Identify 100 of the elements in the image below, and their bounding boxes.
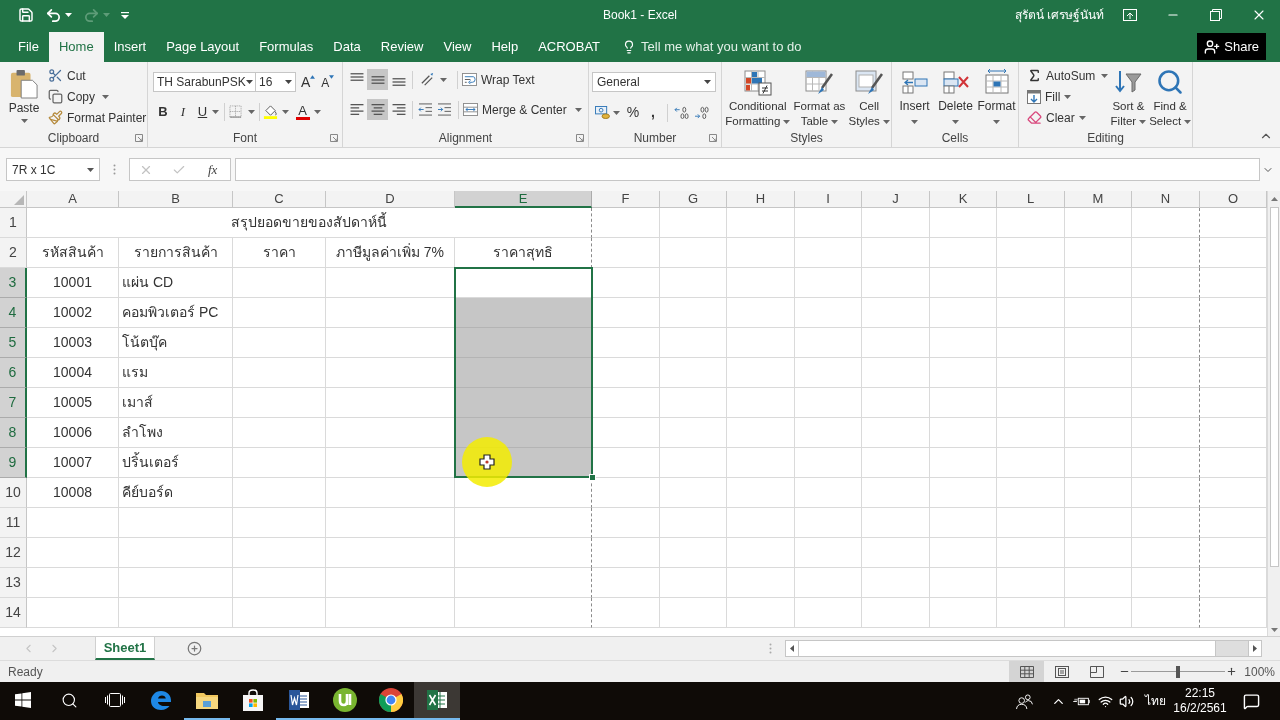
percent-button[interactable]: % [623,102,643,123]
column-header[interactable]: F [592,191,660,208]
scrollbar-thumb[interactable] [1269,207,1279,567]
row-header[interactable]: 11 [0,508,27,538]
row-header[interactable]: 1 [0,208,27,238]
autosum-button[interactable]: AutoSum [1027,65,1109,86]
font-name-dropdown[interactable]: TH SarabunPSK [153,72,256,92]
cut-button[interactable]: Cut [48,65,147,86]
insert-function-button[interactable]: fx [201,159,224,180]
column-header[interactable]: L [997,191,1065,208]
column-header[interactable]: E [455,191,592,208]
selected-cell[interactable] [455,388,592,418]
selected-cell[interactable] [455,298,592,328]
ribbon-tab[interactable]: Home [48,32,104,62]
name-box[interactable]: 7R x 1C [6,158,100,181]
horizontal-scrollbar[interactable] [785,640,1262,657]
shrink-font-button[interactable]: A [321,72,335,92]
row-header[interactable]: 3 [0,268,27,298]
column-header[interactable]: K [930,191,997,208]
column-header[interactable]: M [1065,191,1132,208]
column-header[interactable]: O [1200,191,1267,208]
ribbon-tab[interactable]: View [433,32,482,62]
column-header[interactable]: C [233,191,326,208]
alignment-button[interactable] [367,99,388,120]
row-header[interactable]: 7 [0,388,27,418]
ribbon-tab[interactable]: Page Layout [156,32,250,62]
ribbon-tab[interactable]: ACROBAT [528,32,611,62]
ribbon-tab[interactable]: Help [481,32,529,62]
merge-center-button[interactable]: Merge & Center [463,99,582,120]
right-arrow-icon[interactable] [1253,645,1257,652]
row-header[interactable]: 10 [0,478,27,508]
italic-button[interactable]: I [173,101,193,122]
paste-button[interactable]: Paste [6,62,42,128]
normal-view-button[interactable] [1009,661,1045,682]
column-header[interactable]: G [660,191,727,208]
sheet-tab[interactable]: Sheet1 [95,637,155,660]
dialog-launcher-icon[interactable] [330,134,338,142]
cell-styles-button[interactable]: Cell Styles [847,62,891,129]
vertical-scrollbar[interactable] [1267,191,1280,636]
insert-button[interactable]: Insert [894,62,935,124]
selected-cell[interactable] [455,328,592,358]
grow-font-button[interactable]: A [301,72,316,92]
zoom-slider[interactable] [1131,664,1226,679]
ribbon-tab[interactable]: Formulas [249,32,324,62]
taskbar-button[interactable] [414,682,460,720]
wrap-text-button[interactable]: Wrap Text [462,69,535,90]
column-header[interactable]: N [1132,191,1200,208]
vertical-dots-icon[interactable] [113,164,116,175]
copy-button[interactable]: Copy [48,86,147,107]
fill-handle[interactable] [589,474,596,481]
row-header[interactable]: 14 [0,598,27,628]
ribbon-tab[interactable]: Insert [103,32,157,62]
empty-cell [1065,268,1132,298]
format-painter-button[interactable]: Format Painter [48,107,147,128]
row-header[interactable]: 4 [0,298,27,328]
share-button[interactable]: Share [1197,33,1266,60]
ribbon-tab[interactable]: Review [370,32,434,62]
tell-me-field[interactable]: Tell me what you want to do [622,32,802,62]
row-header[interactable]: 8 [0,418,27,448]
selected-cell[interactable] [455,418,592,448]
table-cell: โน้ตบุ๊ค [119,328,233,358]
ribbon-tab[interactable]: File [8,32,49,62]
delete-button[interactable]: Delete [935,62,976,124]
dialog-launcher-icon[interactable] [576,134,584,142]
formula-input[interactable] [235,158,1260,181]
sort-filter-button[interactable]: Sort & Filter [1108,62,1149,129]
dialog-launcher-icon[interactable] [135,134,143,142]
column-header[interactable]: B [119,191,233,208]
scrollbar-thumb[interactable] [799,641,1216,656]
dialog-launcher-icon[interactable] [709,134,717,142]
zoom-slider-thumb[interactable] [1176,665,1181,678]
bold-button[interactable]: B [153,101,173,122]
font-color-button[interactable]: A [292,101,324,122]
row-header[interactable]: 12 [0,538,27,568]
column-header[interactable]: J [862,191,930,208]
row-header[interactable]: 6 [0,358,27,388]
row-header[interactable]: 2 [0,238,27,268]
ribbon-tab[interactable]: Data [323,32,371,62]
row-header[interactable]: 13 [0,568,27,598]
column-header[interactable]: I [795,191,862,208]
left-arrow-icon[interactable] [790,645,794,652]
clock-button[interactable]: 22:15 16/2/2561 [1168,684,1232,718]
font-size-dropdown[interactable]: 16 [256,72,296,92]
selected-cell[interactable] [455,358,592,388]
row-header[interactable]: 5 [0,328,27,358]
comma-button[interactable]: , [643,102,663,123]
number-format-dropdown[interactable]: General [592,72,716,92]
alignment-button[interactable] [367,69,388,90]
column-header[interactable]: D [326,191,455,208]
underline-button[interactable]: U [193,101,224,122]
find-select-button[interactable]: Find & Select [1148,62,1192,129]
conditional-formatting-button[interactable]: Conditional Formatting [724,62,792,129]
clear-button[interactable]: Clear [1027,107,1109,128]
format-button[interactable]: Format [976,62,1017,124]
fill-button[interactable]: Fill [1027,86,1109,107]
column-header[interactable]: H [727,191,795,208]
format-as-table-button[interactable]: Format as Table [791,62,848,129]
row-header[interactable]: 9 [0,448,27,478]
column-header[interactable]: A [27,191,119,208]
language-button[interactable]: ไทย [1143,686,1167,716]
